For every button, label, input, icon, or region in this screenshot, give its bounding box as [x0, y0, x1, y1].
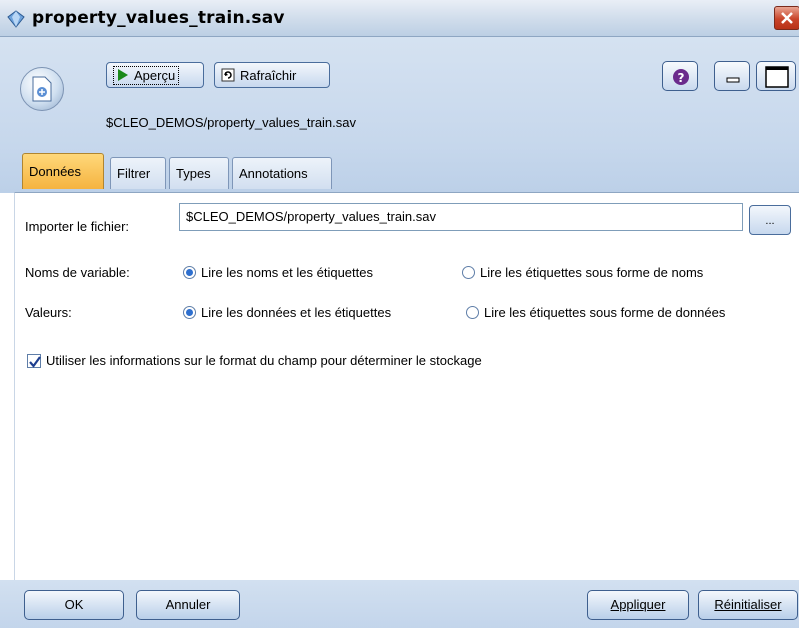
help-button[interactable]: ?	[662, 61, 698, 91]
header-panel: Aperçu Rafraîchir ? $CLEO_DEMOS/property…	[0, 37, 799, 147]
checkmark-icon	[27, 353, 41, 368]
tab-data[interactable]: Données	[22, 153, 104, 189]
play-icon	[117, 69, 129, 81]
source-file-icon	[20, 67, 64, 111]
window-title: property_values_train.sav	[32, 8, 285, 28]
minimize-button[interactable]	[714, 61, 750, 91]
ok-button[interactable]: OK	[24, 590, 124, 620]
refresh-icon	[221, 68, 235, 82]
preview-label: Aperçu	[134, 67, 176, 83]
maximize-icon	[765, 66, 789, 88]
variable-names-label: Noms de variable:	[25, 265, 130, 280]
apply-button[interactable]: Appliquer	[587, 590, 689, 620]
close-button[interactable]	[774, 6, 799, 30]
import-file-input[interactable]: $CLEO_DEMOS/property_values_train.sav	[179, 203, 743, 231]
data-tab-content: Importer le fichier: $CLEO_DEMOS/propert…	[14, 192, 799, 580]
diamond-app-icon	[6, 9, 26, 29]
radio-read-data-and-labels[interactable]: Lire les données et les étiquettes	[183, 305, 391, 320]
refresh-label: Rafraîchir	[240, 67, 297, 83]
use-field-format-checkbox[interactable]: Utiliser les informations sur le format …	[27, 353, 482, 368]
preview-button[interactable]: Aperçu	[106, 62, 204, 88]
cancel-button[interactable]: Annuler	[136, 590, 240, 620]
radio-selected-icon	[183, 306, 196, 319]
radio-read-labels-as-names[interactable]: Lire les étiquettes sous forme de noms	[462, 265, 703, 280]
help-icon: ?	[673, 69, 689, 85]
radio-read-labels-as-data[interactable]: Lire les étiquettes sous forme de donnée…	[466, 305, 725, 320]
close-icon	[781, 12, 793, 24]
browse-button[interactable]: ...	[749, 205, 791, 235]
tab-types[interactable]: Types	[169, 157, 229, 189]
radio-selected-icon	[183, 266, 196, 279]
minimize-icon	[726, 77, 740, 83]
refresh-button[interactable]: Rafraîchir	[214, 62, 330, 88]
reset-button[interactable]: Réinitialiser	[698, 590, 798, 620]
file-path-label: $CLEO_DEMOS/property_values_train.sav	[106, 115, 357, 130]
dialog-button-bar: OK Annuler Appliquer Réinitialiser	[0, 580, 799, 628]
values-label: Valeurs:	[25, 305, 72, 320]
maximize-button[interactable]	[756, 61, 796, 91]
tab-bar: Données Filtrer Types Annotations	[0, 147, 799, 193]
radio-unselected-icon	[466, 306, 479, 319]
title-bar: property_values_train.sav	[0, 0, 799, 37]
tab-annotations[interactable]: Annotations	[232, 157, 332, 189]
tab-filter[interactable]: Filtrer	[110, 157, 166, 189]
radio-unselected-icon	[462, 266, 475, 279]
radio-read-names-and-labels[interactable]: Lire les noms et les étiquettes	[183, 265, 373, 280]
import-file-label: Importer le fichier:	[25, 219, 130, 234]
svg-text:?: ?	[678, 71, 685, 85]
